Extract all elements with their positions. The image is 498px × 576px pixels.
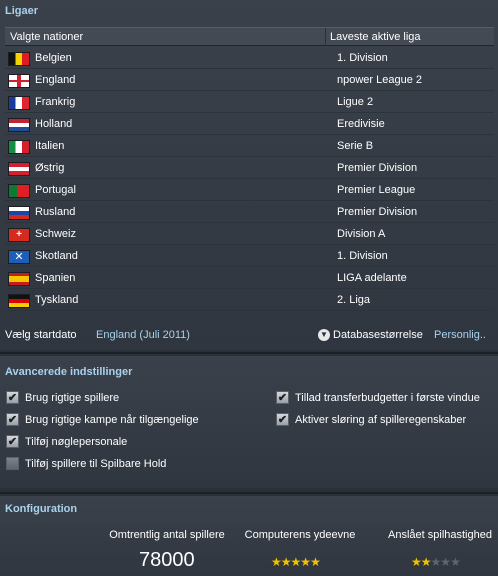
divider (0, 352, 498, 354)
germany-flag-icon (8, 294, 30, 308)
database-size-label[interactable]: Databasestørrelse (333, 329, 423, 341)
nation-name: Frankrig (35, 96, 76, 108)
table-row[interactable]: + Schweiz Division A (5, 223, 494, 245)
scotland-flag-icon: ✕ (8, 250, 30, 264)
table-row[interactable]: Holland Eredivisie (5, 113, 494, 135)
table-row[interactable]: England npower League 2 (5, 69, 494, 91)
lowest-league[interactable]: Ligue 2 (337, 96, 373, 108)
column-header-nation[interactable]: Valgte nationer (10, 31, 83, 43)
table-row[interactable]: Spanien LIGA adelante (5, 267, 494, 289)
chevron-down-icon[interactable]: ▼ (318, 329, 330, 341)
computer-performance-label: Computerens ydeevne (244, 529, 356, 541)
table-row[interactable]: Portugal Premier League (5, 179, 494, 201)
players-count-value: 78000 (139, 549, 195, 571)
game-speed-label: Anslået spilhastighed (388, 529, 492, 541)
lowest-league[interactable]: Serie B (337, 140, 373, 152)
computer-performance-rating: ★★★★★ (271, 555, 321, 569)
star-icon: ★ (310, 555, 321, 569)
database-size-value[interactable]: Personlig.. (434, 329, 486, 341)
england-flag-icon (8, 74, 30, 88)
lowest-league[interactable]: Eredivisie (337, 118, 385, 130)
table-row[interactable]: ✕ Skotland 1. Division (5, 245, 494, 267)
nation-name: Østrig (35, 162, 65, 174)
spain-flag-icon (8, 272, 30, 286)
players-count-label: Omtrentlig antal spillere (109, 529, 225, 541)
star-icon: ★ (411, 555, 422, 569)
nation-name: Rusland (35, 206, 76, 218)
start-date-row: Vælg startdato England (Juli 2011) ▼ Dat… (0, 326, 498, 346)
star-icon: ★ (430, 555, 442, 569)
checkbox-icon[interactable]: ✔ (6, 435, 19, 448)
nation-name: Holland (35, 118, 73, 130)
lowest-league[interactable]: 2. Liga (337, 294, 370, 306)
star-icon: ★ (440, 555, 451, 569)
france-flag-icon (8, 96, 30, 110)
checkbox-icon[interactable]: ✔ (276, 391, 289, 404)
checkbox-icon[interactable] (6, 457, 19, 470)
star-icon: ★ (271, 555, 282, 569)
start-date-label: Vælg startdato (5, 329, 77, 341)
portugal-flag-icon (8, 184, 30, 198)
lowest-league[interactable]: Division A (337, 228, 385, 240)
divider (0, 492, 498, 494)
nation-name: England (35, 74, 76, 86)
lowest-league[interactable]: LIGA adelante (337, 272, 407, 284)
column-header-league[interactable]: Laveste aktive liga (330, 31, 421, 43)
leagues-title: Ligaer (5, 5, 39, 17)
switzerland-flag-icon: + (8, 228, 30, 242)
star-icon: ★ (450, 555, 461, 569)
start-date-value[interactable]: England (Juli 2011) (96, 329, 190, 341)
table-row[interactable]: Tyskland 2. Liga (5, 289, 494, 311)
nation-name: Skotland (35, 250, 78, 262)
table-row[interactable]: Belgien 1. Division (5, 47, 494, 69)
table-row[interactable]: Østrig Premier Division (5, 157, 494, 179)
game-speed-rating: ★★★★★ (411, 555, 461, 569)
lowest-league[interactable]: npower League 2 (337, 74, 422, 86)
star-icon: ★ (290, 555, 302, 569)
nation-name: Italien (35, 140, 65, 152)
nation-name: Portugal (35, 184, 76, 196)
column-divider (325, 28, 326, 46)
table-row[interactable]: Italien Serie B (5, 135, 494, 157)
netherlands-flag-icon (8, 118, 30, 132)
lowest-league[interactable]: Premier League (337, 184, 415, 196)
nation-name: Belgien (35, 52, 72, 64)
nation-name: Schweiz (35, 228, 76, 240)
checkbox-icon[interactable]: ✔ (276, 413, 289, 426)
table-row[interactable]: Frankrig Ligue 2 (5, 91, 494, 113)
italy-flag-icon (8, 140, 30, 154)
belgium-flag-icon (8, 52, 30, 66)
star-icon: ★ (300, 555, 311, 569)
table-row[interactable]: Rusland Premier Division (5, 201, 494, 223)
checkbox-icon[interactable]: ✔ (6, 391, 19, 404)
lowest-league[interactable]: 1. Division (337, 52, 388, 64)
checkbox-icon[interactable]: ✔ (6, 413, 19, 426)
lowest-league[interactable]: Premier Division (337, 206, 417, 218)
star-icon: ★ (420, 555, 432, 569)
advanced-title: Avancerede indstillinger (5, 366, 133, 378)
nation-name: Spanien (35, 272, 76, 284)
leagues-table-header: Valgte nationer Laveste aktive liga (5, 27, 494, 46)
nation-name: Tyskland (35, 294, 79, 306)
lowest-league[interactable]: 1. Division (337, 250, 388, 262)
config-title: Konfiguration (5, 503, 78, 515)
austria-flag-icon (8, 162, 30, 176)
lowest-league[interactable]: Premier Division (337, 162, 417, 174)
star-icon: ★ (280, 555, 292, 569)
russia-flag-icon (8, 206, 30, 220)
